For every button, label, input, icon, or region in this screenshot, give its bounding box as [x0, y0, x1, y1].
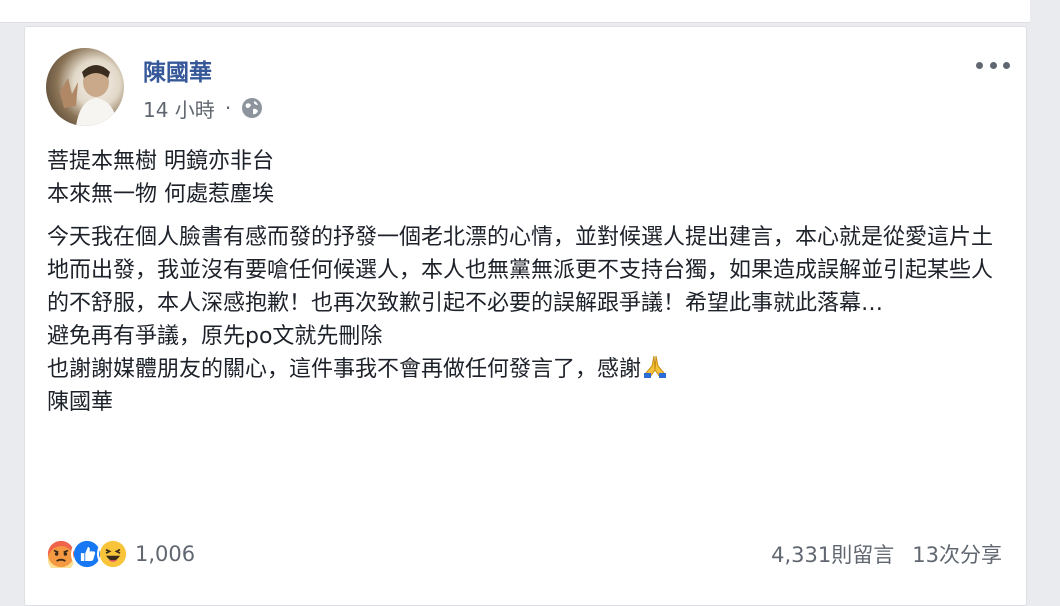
signature: 陳國華 [47, 390, 114, 415]
more-options-icon[interactable] [976, 57, 1010, 73]
post-body: 菩提本無樹 明鏡亦非台 本來無一物 何處惹塵埃 今天我在個人臉書有感而發的抒發一… [47, 145, 1007, 419]
haha-reaction-icon [97, 538, 129, 570]
thanks-line: 也謝謝媒體朋友的關心，這件事我不會再做任何發言了，感謝 [47, 353, 1007, 386]
more-dot [976, 61, 983, 69]
post-card: 陳國華 14 小時 · 菩提本無樹 明鏡亦非台 本來無一物 何處惹塵埃 今天我在… [24, 26, 1027, 606]
post-time[interactable]: 14 小時 [143, 94, 215, 123]
previous-post-edge [0, 0, 1030, 23]
comment-count-link[interactable]: 4,331則留言 [771, 539, 894, 569]
reaction-summary[interactable]: 1,006 [45, 537, 195, 571]
folded-hands-emoji [641, 353, 669, 379]
poem-line: 本來無一物 何處惹塵埃 [47, 182, 274, 207]
thanks-text: 也謝謝媒體朋友的關心，這件事我不會再做任何發言了，感謝 [47, 357, 642, 382]
avatar-image [60, 65, 118, 126]
engagement-stats: 4,331則留言 13次分享 [771, 539, 1002, 569]
post-meta: 14 小時 · [143, 94, 263, 123]
delete-note: 避免再有爭議，原先po文就先刪除 [47, 324, 383, 349]
poem-block: 菩提本無樹 明鏡亦非台 本來無一物 何處惹塵埃 [47, 145, 1007, 211]
avatar[interactable] [46, 48, 124, 126]
more-dot [1003, 61, 1010, 69]
poem-line: 菩提本無樹 明鏡亦非台 [47, 149, 274, 174]
author-name[interactable]: 陳國華 [143, 53, 212, 87]
globe-icon[interactable] [241, 97, 263, 119]
statement-paragraph: 今天我在個人臉書有感而發的抒發一個老北漂的心情，並對候選人提出建言，本心就是從愛… [47, 225, 994, 316]
share-count-link[interactable]: 13次分享 [912, 539, 1002, 569]
meta-separator: · [224, 96, 232, 120]
reaction-count: 1,006 [135, 542, 196, 566]
more-dot [989, 61, 997, 69]
